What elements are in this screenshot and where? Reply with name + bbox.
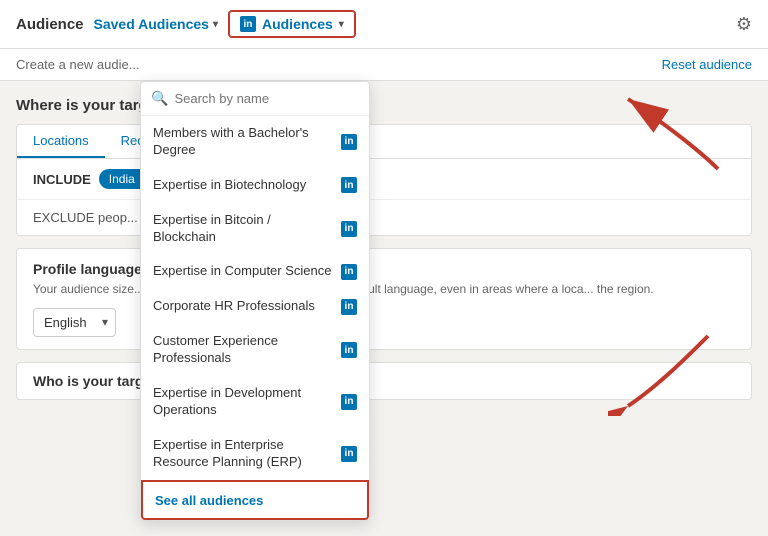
linkedin-badge-6: in <box>341 394 357 410</box>
language-select-wrapper: English <box>33 308 116 337</box>
saved-audiences-button[interactable]: Saved Audiences ▾ <box>94 16 218 32</box>
dropdown-item-3[interactable]: Expertise in Computer Science in <box>141 254 369 289</box>
create-bar: Create a new audie... Reset audience <box>0 49 768 81</box>
page-wrapper: Audience Saved Audiences ▾ in Audiences … <box>0 0 768 536</box>
dropdown-item-7[interactable]: Expertise in Enterprise Resource Plannin… <box>141 428 369 480</box>
saved-audiences-label: Saved Audiences <box>94 16 209 32</box>
dropdown-item-text-1: Expertise in Biotechnology <box>153 177 341 194</box>
linkedin-badge-2: in <box>341 221 357 237</box>
dropdown-item-text-6: Expertise in Development Operations <box>153 385 341 419</box>
audience-label: Audience <box>16 16 84 33</box>
dropdown-item-6[interactable]: Expertise in Development Operations in <box>141 376 369 428</box>
include-label: INCLUDE <box>33 172 91 187</box>
dropdown-item-text-4: Corporate HR Professionals <box>153 298 341 315</box>
create-text: Create a new audie... <box>16 57 140 72</box>
linkedin-badge-4: in <box>341 299 357 315</box>
india-tag-text: India <box>109 172 135 186</box>
exclude-text: EXCLUDE peop... <box>33 210 138 225</box>
who-target-text: Who is your targ... <box>33 373 155 389</box>
gear-icon[interactable]: ⚙ <box>736 14 752 35</box>
linkedin-badge-5: in <box>341 342 357 358</box>
dropdown-item-text-7: Expertise in Enterprise Resource Plannin… <box>153 437 341 471</box>
language-select[interactable]: English <box>33 308 116 337</box>
audiences-button[interactable]: in Audiences ▾ <box>228 10 356 38</box>
audiences-label: Audiences <box>262 16 333 32</box>
audiences-chevron: ▾ <box>339 19 344 30</box>
tab-locations[interactable]: Locations <box>17 125 105 158</box>
profile-language-desc: Your audience size... ed here. English m… <box>33 281 735 298</box>
search-input[interactable] <box>174 91 359 106</box>
see-all-link: See all audiences <box>155 493 263 508</box>
header-right: ⚙ <box>736 14 752 35</box>
main-content: Where is your targ... Locations Rece... … <box>0 81 768 416</box>
audiences-dropdown: 🔍 Members with a Bachelor's Degree in Ex… <box>140 81 370 521</box>
dropdown-item-4[interactable]: Corporate HR Professionals in <box>141 289 369 324</box>
dropdown-item-5[interactable]: Customer Experience Professionals in <box>141 324 369 376</box>
who-target-bar: Who is your targ... <box>16 362 752 400</box>
linkedin-badge-3: in <box>341 264 357 280</box>
dropdown-item-text-0: Members with a Bachelor's Degree <box>153 125 341 159</box>
dropdown-item-text-5: Customer Experience Professionals <box>153 333 341 367</box>
profile-language-card: Profile language Your audience size... e… <box>16 248 752 350</box>
dropdown-item-2[interactable]: Expertise in Bitcoin / Blockchain in <box>141 203 369 255</box>
dropdown-search-row: 🔍 <box>141 82 369 116</box>
location-card: Locations Rece... INCLUDE India ✕ + A...… <box>16 124 752 236</box>
search-icon: 🔍 <box>151 90 168 107</box>
dropdown-item-0[interactable]: Members with a Bachelor's Degree in <box>141 116 369 168</box>
include-row: INCLUDE India ✕ + A... <box>17 159 751 199</box>
dropdown-item-text-3: Expertise in Computer Science <box>153 263 341 280</box>
exclude-row: EXCLUDE peop... <box>17 199 751 235</box>
header-bar: Audience Saved Audiences ▾ in Audiences … <box>0 0 768 49</box>
reset-audience-link[interactable]: Reset audience <box>662 57 752 72</box>
dropdown-item-1[interactable]: Expertise in Biotechnology in <box>141 168 369 203</box>
linkedin-badge-0: in <box>341 134 357 150</box>
linkedin-badge-7: in <box>341 446 357 462</box>
profile-language-title: Profile language <box>33 261 735 277</box>
linkedin-icon: in <box>240 16 256 32</box>
saved-audiences-chevron: ▾ <box>213 19 218 30</box>
see-all-row[interactable]: See all audiences <box>141 480 369 520</box>
location-tabs: Locations Rece... <box>17 125 751 159</box>
where-section-title: Where is your targ... <box>16 97 752 114</box>
dropdown-item-text-2: Expertise in Bitcoin / Blockchain <box>153 212 341 246</box>
linkedin-badge-1: in <box>341 177 357 193</box>
